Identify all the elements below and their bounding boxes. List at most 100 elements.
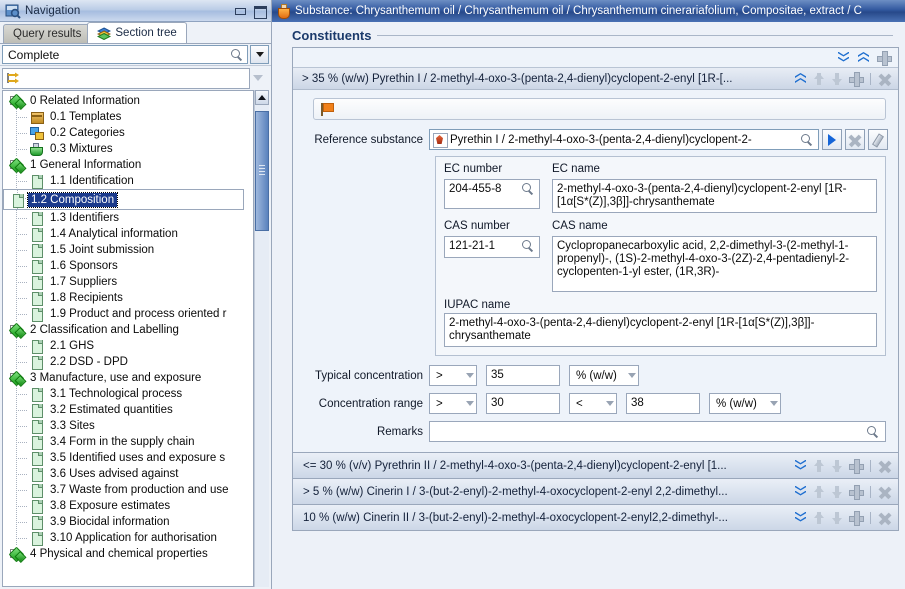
scrollbar-track[interactable] xyxy=(255,105,269,587)
expand-item-icon[interactable] xyxy=(794,511,807,524)
cas-number-input[interactable]: 121-21-1 xyxy=(444,236,540,258)
cas-number-search-icon[interactable] xyxy=(522,240,534,252)
tab-query-results[interactable]: Query results xyxy=(3,24,92,43)
page-icon xyxy=(29,243,44,258)
tree-scrollbar[interactable] xyxy=(254,90,269,587)
concentration-range-lower-operator-select[interactable]: > xyxy=(429,393,477,414)
tree-item[interactable]: 3.5 Identified uses and exposure s xyxy=(3,450,253,466)
move-down-icon[interactable] xyxy=(831,459,843,472)
delete-item-icon[interactable] xyxy=(879,73,891,85)
move-down-icon[interactable] xyxy=(831,511,843,524)
typical-concentration-operator-select[interactable]: > xyxy=(429,365,477,386)
concentration-range-lower-input[interactable]: 30 xyxy=(486,393,560,414)
add-constituent-icon[interactable] xyxy=(877,51,892,66)
iupac-name-input[interactable]: 2-methyl-4-oxo-3-(penta-2,4-dienyl)cyclo… xyxy=(444,313,877,347)
tree-item[interactable]: 1.8 Recipients xyxy=(3,290,253,306)
expand-item-icon[interactable] xyxy=(794,459,807,472)
concentration-range-unit-select[interactable]: % (w/w) xyxy=(709,393,781,414)
tree-item[interactable]: 4 Physical and chemical properties xyxy=(3,546,253,562)
tree-item[interactable]: 1.2 Composition xyxy=(3,189,244,210)
tree-item[interactable]: 1.9 Product and process oriented r xyxy=(3,306,253,322)
concentration-range-upper-input[interactable]: 38 xyxy=(626,393,700,414)
minimize-icon[interactable] xyxy=(232,3,247,18)
tree-item[interactable]: 3.6 Uses advised against xyxy=(3,466,253,482)
tree-search-input[interactable] xyxy=(2,67,250,89)
tree-item[interactable]: 3.9 Biocidal information xyxy=(3,514,253,530)
tree-item[interactable]: 0 Related Information xyxy=(3,93,253,109)
tree-item[interactable]: 3 Manufacture, use and exposure xyxy=(3,370,253,386)
constituent-header-collapsed[interactable]: <= 30 % (v/v) Pyrethrin II / 2-methyl-4-… xyxy=(292,453,899,479)
move-up-icon[interactable] xyxy=(813,72,825,85)
tree-item[interactable]: 1.5 Joint submission xyxy=(3,242,253,258)
delete-item-icon[interactable] xyxy=(879,512,891,524)
add-item-icon[interactable] xyxy=(849,459,864,474)
typical-concentration-input[interactable]: 35 xyxy=(486,365,560,386)
triangle-up-icon xyxy=(258,95,266,100)
tree-item-label: 1.5 Joint submission xyxy=(50,244,155,256)
section-tree[interactable]: 0 Related Information 0.1 Templates 0.2 Ca… xyxy=(2,90,254,587)
tree-item[interactable]: 1.4 Analytical information xyxy=(3,226,253,242)
move-up-icon[interactable] xyxy=(813,459,825,472)
search-icon[interactable] xyxy=(231,48,243,61)
tree-item[interactable]: 3.3 Sites xyxy=(3,418,253,434)
move-down-icon[interactable] xyxy=(831,485,843,498)
tree-item[interactable]: 3.7 Waste from production and use xyxy=(3,482,253,498)
add-item-icon[interactable] xyxy=(849,72,864,87)
tab-section-tree[interactable]: Section tree xyxy=(87,22,187,43)
clear-reference-substance-button[interactable] xyxy=(845,129,865,150)
add-item-icon[interactable] xyxy=(849,511,864,526)
tree-item-label: 2 Classification and Labelling xyxy=(30,324,179,336)
tree-filter-dropdown-button[interactable] xyxy=(250,45,269,64)
tree-item[interactable]: 2.1 GHS xyxy=(3,338,253,354)
tree-item[interactable]: 0.1 Templates xyxy=(3,109,253,125)
constituent-header-collapsed[interactable]: 10 % (w/w) Cinerin II / 3-(but-2-enyl)-2… xyxy=(292,505,899,531)
maximize-icon[interactable] xyxy=(252,3,267,19)
constituent-header-collapsed[interactable]: > 5 % (w/w) Cinerin I / 3-(but-2-enyl)-2… xyxy=(292,479,899,505)
tree-item[interactable]: 2 Classification and Labelling xyxy=(3,322,253,338)
tree-item[interactable]: 2.2 DSD - DPD xyxy=(3,354,253,370)
tree-item[interactable]: 1.7 Suppliers xyxy=(3,274,253,290)
ec-number-label: EC number xyxy=(444,163,503,175)
remarks-input[interactable] xyxy=(429,421,886,442)
collapse-item-icon[interactable] xyxy=(794,73,807,85)
expand-all-icon[interactable] xyxy=(837,51,850,64)
tree-item[interactable]: 0.3 Mixtures xyxy=(3,141,253,157)
tree-item[interactable]: 1.6 Sponsors xyxy=(3,258,253,274)
remarks-search-icon[interactable] xyxy=(867,426,879,438)
add-item-icon[interactable] xyxy=(849,485,864,500)
reference-substance-input[interactable]: Pyrethin I / 2-methyl-4-oxo-3-(penta-2,4… xyxy=(429,129,819,150)
tree-item[interactable]: 1 General Information xyxy=(3,157,253,173)
tree-item[interactable]: 0.2 Categories xyxy=(3,125,253,141)
flag-bar[interactable] xyxy=(313,98,886,120)
tree-item[interactable]: 1.1 Identification xyxy=(3,173,253,189)
ec-name-input[interactable]: 2-methyl-4-oxo-3-(penta-2,4-dienyl)cyclo… xyxy=(552,179,877,213)
concentration-range-upper-operator-select[interactable]: < xyxy=(569,393,617,414)
tree-item[interactable]: 3.1 Technological process xyxy=(3,386,253,402)
tree-item[interactable]: 3.2 Estimated quantities xyxy=(3,402,253,418)
tree-item[interactable]: 1.3 Identifiers xyxy=(3,210,253,226)
expand-item-icon[interactable] xyxy=(794,485,807,498)
scroll-up-button[interactable] xyxy=(255,90,269,105)
typical-concentration-unit-select[interactable]: % (w/w) xyxy=(569,365,639,386)
cas-name-input[interactable]: Cyclopropanecarboxylic acid, 2,2-dimethy… xyxy=(552,236,877,292)
ec-number-search-icon[interactable] xyxy=(522,183,534,195)
constituent-header-expanded[interactable]: > 35 % (w/w) Pyrethin I / 2-methyl-4-oxo… xyxy=(293,68,898,90)
open-reference-substance-button[interactable] xyxy=(822,129,842,150)
tree-item[interactable]: 3.10 Application for authorisation xyxy=(3,530,253,546)
delete-item-icon[interactable] xyxy=(879,460,891,472)
flag-icon[interactable] xyxy=(321,102,334,116)
tree-search-dropdown-icon[interactable] xyxy=(253,75,263,81)
edit-reference-substance-button[interactable] xyxy=(868,129,888,150)
delete-item-icon[interactable] xyxy=(879,486,891,498)
reference-substance-search-icon[interactable] xyxy=(801,133,813,146)
tree-item[interactable]: 3.4 Form in the supply chain xyxy=(3,434,253,450)
collapse-all-icon[interactable] xyxy=(857,52,870,64)
move-down-icon[interactable] xyxy=(831,72,843,85)
move-up-icon[interactable] xyxy=(813,511,825,524)
ec-number-input[interactable]: 204-455-8 xyxy=(444,179,540,209)
tree-filter-input[interactable]: Complete xyxy=(2,45,248,64)
scrollbar-thumb[interactable] xyxy=(255,111,269,231)
tree-guide xyxy=(16,250,27,251)
tree-item[interactable]: 3.8 Exposure estimates xyxy=(3,498,253,514)
move-up-icon[interactable] xyxy=(813,485,825,498)
